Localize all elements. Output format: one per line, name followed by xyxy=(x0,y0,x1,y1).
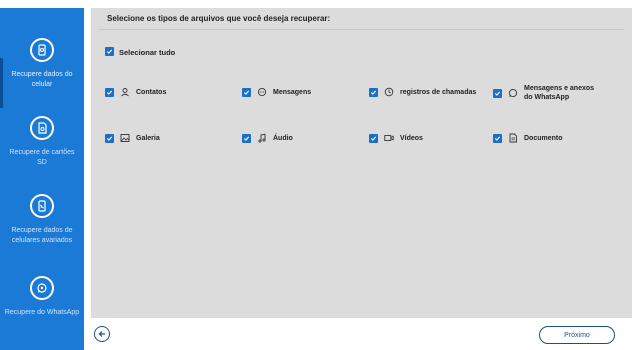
main-panel: Selecione os tipos de arquivos que você … xyxy=(91,8,632,318)
option-label: Mensagens xyxy=(273,88,312,96)
option-label: Mensagens e anexos do WhatsApp xyxy=(524,85,595,101)
option-label: Galeria xyxy=(136,134,160,142)
sidebar-item-label: Recupere dados do celular xyxy=(11,71,73,88)
sidebar-item-label: Recupere do WhatsApp xyxy=(4,309,80,316)
next-button[interactable]: Próximo xyxy=(539,326,615,344)
video-icon xyxy=(384,133,394,143)
image-icon xyxy=(120,133,130,143)
option-audio[interactable]: Áudio xyxy=(242,133,293,143)
registros-checkbox[interactable] xyxy=(369,87,378,97)
top-strip xyxy=(0,0,640,8)
music-note-icon xyxy=(257,133,267,143)
option-registros[interactable]: registros de chamadas xyxy=(369,87,476,97)
sidebar-item-sd-card[interactable]: Recupere de cartões SD xyxy=(0,116,84,168)
videos-checkbox[interactable] xyxy=(369,133,378,143)
contatos-checkbox[interactable] xyxy=(105,87,114,97)
sidebar-item-broken-phone[interactable]: Recupere dados de celulares avariados xyxy=(0,194,84,246)
whatsapp-icon xyxy=(508,88,518,98)
audio-checkbox[interactable] xyxy=(242,133,251,143)
option-label: Documento xyxy=(524,134,563,142)
option-documento[interactable]: Documento xyxy=(493,133,563,143)
divider xyxy=(99,29,624,30)
phone-recovery-icon xyxy=(30,38,54,62)
document-icon xyxy=(508,133,518,143)
message-icon xyxy=(257,87,267,97)
sidebar-item-whatsapp[interactable]: Recupere do WhatsApp xyxy=(0,276,84,318)
documento-checkbox[interactable] xyxy=(493,133,502,143)
back-button[interactable] xyxy=(94,326,110,342)
sidebar-item-phone-recovery[interactable]: Recupere dados do celular xyxy=(0,38,84,90)
select-all-label: Selecionar tudo xyxy=(119,48,176,57)
option-videos[interactable]: Vídeos xyxy=(369,133,423,143)
option-label: Contatos xyxy=(136,88,167,96)
option-mensagens[interactable]: Mensagens xyxy=(242,87,311,97)
person-icon xyxy=(120,87,130,97)
option-label: registros de chamadas xyxy=(400,88,477,96)
option-whatsapp[interactable]: Mensagens e anexos do WhatsApp xyxy=(493,84,604,102)
mensagens-checkbox[interactable] xyxy=(242,87,251,97)
sidebar-item-label: Recupere de cartões SD xyxy=(9,149,75,166)
sidebar: Recupere dados do celular Recupere de ca… xyxy=(0,8,84,350)
select-all-checkbox[interactable] xyxy=(105,47,114,56)
page-heading: Selecione os tipos de arquivos que você … xyxy=(107,14,331,23)
broken-phone-icon xyxy=(30,194,54,218)
galeria-checkbox[interactable] xyxy=(105,133,114,143)
whatsapp-checkbox[interactable] xyxy=(493,88,502,98)
sidebar-item-label: Recupere dados de celulares avariados xyxy=(11,227,73,244)
arrow-left-icon xyxy=(98,331,105,337)
whatsapp-icon xyxy=(30,276,54,300)
option-galeria[interactable]: Galeria xyxy=(105,133,160,143)
sd-card-icon xyxy=(30,116,54,140)
option-contatos[interactable]: Contatos xyxy=(105,87,166,97)
option-label: Vídeos xyxy=(400,134,423,142)
check-icon xyxy=(106,49,113,54)
option-label: Áudio xyxy=(273,134,293,142)
clock-icon xyxy=(384,87,394,97)
